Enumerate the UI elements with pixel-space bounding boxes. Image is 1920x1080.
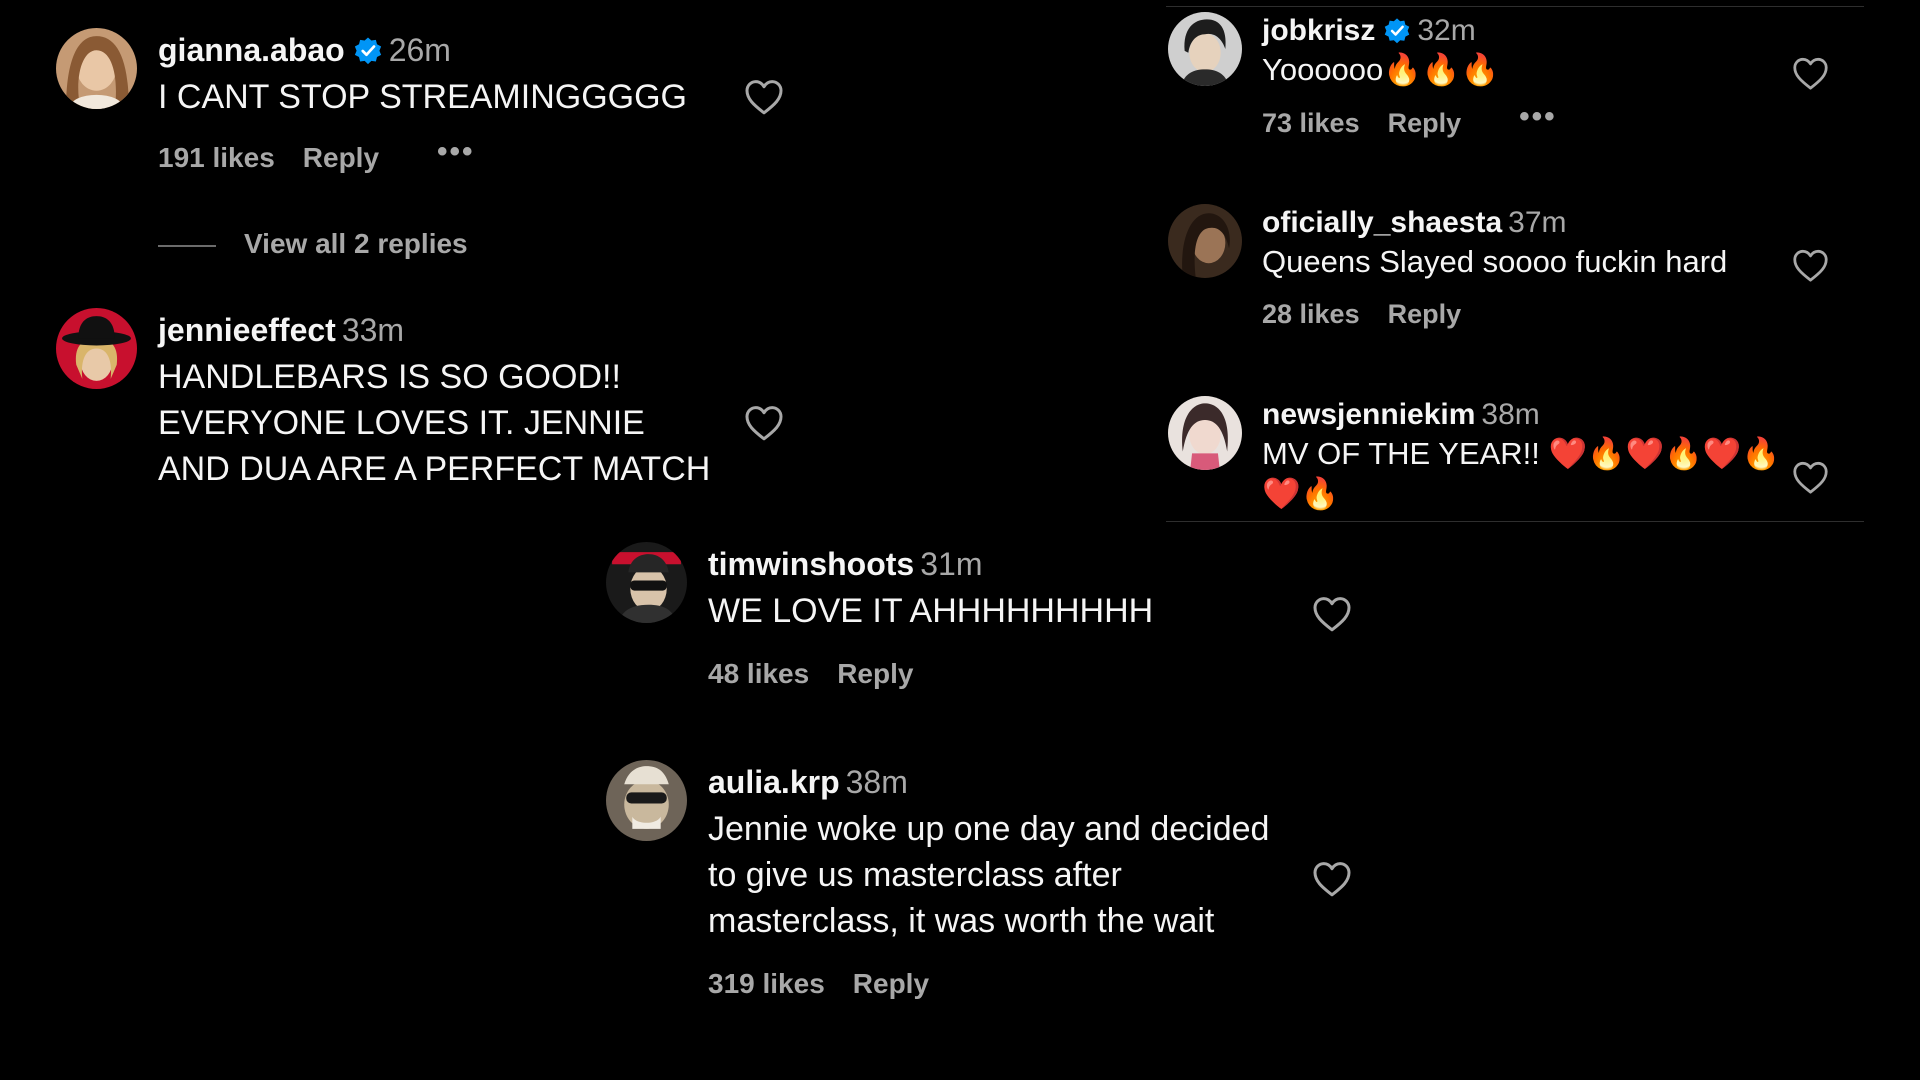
avatar[interactable] bbox=[1168, 12, 1242, 86]
verified-badge-icon bbox=[353, 36, 383, 66]
avatar[interactable] bbox=[1168, 396, 1242, 470]
comment-time: 38m bbox=[1481, 398, 1540, 431]
avatar-image bbox=[1168, 396, 1242, 470]
avatar[interactable] bbox=[606, 542, 687, 623]
comment-time: 31m bbox=[920, 546, 983, 582]
avatar[interactable] bbox=[56, 28, 137, 109]
comment-text: Yoooooo🔥🔥🔥 bbox=[1262, 52, 1500, 87]
comment-newsjenniekim: newsjenniekim 38m MV OF THE YEAR!! ❤️🔥❤️🔥… bbox=[1168, 396, 1868, 516]
comment-time: 32m bbox=[1417, 14, 1476, 47]
comment-oficially-shaesta: oficially_shaesta 37m Queens Slayed soooo… bbox=[1168, 204, 1868, 344]
comment-header: jennieeffect 33m bbox=[158, 308, 718, 352]
comment-text: HANDLEBARS IS SO GOOD!! EVERYONE LOVES I… bbox=[158, 358, 711, 488]
heart-outline-icon[interactable] bbox=[744, 404, 784, 442]
comment-header: jobkrisz 32m bbox=[1262, 12, 1802, 50]
view-replies-label: View all 2 replies bbox=[244, 228, 468, 259]
comment-text: I CANT STOP STREAMINGGGGG bbox=[158, 78, 687, 116]
reply-button[interactable]: Reply bbox=[1388, 108, 1462, 139]
more-options-icon[interactable]: ••• bbox=[1519, 100, 1557, 134]
comment-jennieeffect: jennieeffect 33m HANDLEBARS IS SO GOOD!! … bbox=[56, 308, 796, 498]
username[interactable]: jennieeffect bbox=[158, 312, 336, 348]
comment-time: 33m bbox=[341, 312, 405, 348]
avatar-image bbox=[606, 542, 687, 623]
comment-body: timwinshoots 31m WE LOVE IT AHHHHHHHHH 48… bbox=[708, 542, 1288, 690]
comment-gianna-abao: gianna.abao 26m I CANT STOP STREAMINGGGGG… bbox=[56, 28, 796, 178]
comment-body: oficially_shaesta 37m Queens Slayed soooo… bbox=[1262, 204, 1802, 330]
username[interactable]: gianna.abao bbox=[158, 32, 345, 68]
avatar-image bbox=[1168, 12, 1242, 86]
comment-timwinshoots: timwinshoots 31m WE LOVE IT AHHHHHHHHH 48… bbox=[606, 542, 1366, 702]
likes-count[interactable]: 319 likes bbox=[708, 968, 825, 1000]
likes-count[interactable]: 28 likes bbox=[1262, 299, 1360, 330]
avatar[interactable] bbox=[606, 760, 687, 841]
comment-body: jennieeffect 33m HANDLEBARS IS SO GOOD!! … bbox=[158, 308, 718, 492]
avatar[interactable] bbox=[1168, 204, 1242, 278]
more-options-icon[interactable]: ••• bbox=[437, 135, 475, 169]
comment-aulia-krp: aulia.krp 38m Jennie woke up one day and … bbox=[606, 760, 1366, 1020]
comment-body: gianna.abao 26m I CANT STOP STREAMINGGGGG… bbox=[158, 28, 718, 175]
likes-count[interactable]: 191 likes bbox=[158, 142, 275, 174]
reply-button[interactable]: Reply bbox=[837, 658, 913, 690]
likes-count[interactable]: 73 likes bbox=[1262, 108, 1360, 139]
comment-text: Jennie woke up one day and decided to gi… bbox=[708, 810, 1270, 940]
username[interactable]: timwinshoots bbox=[708, 546, 914, 582]
reply-button[interactable]: Reply bbox=[303, 142, 379, 174]
comment-text: WE LOVE IT AHHHHHHHHH bbox=[708, 592, 1154, 630]
avatar-image bbox=[1168, 204, 1242, 278]
comment-header: oficially_shaesta 37m bbox=[1262, 204, 1802, 242]
comment-actions: 319 likes Reply bbox=[708, 966, 1298, 1000]
comment-time: 38m bbox=[845, 764, 908, 800]
comment-time: 37m bbox=[1508, 206, 1567, 239]
likes-count[interactable]: 48 likes bbox=[708, 658, 809, 690]
verified-badge-icon bbox=[1383, 17, 1411, 45]
comment-text: MV OF THE YEAR!! ❤️🔥❤️🔥❤️🔥❤️🔥 bbox=[1262, 436, 1781, 511]
username[interactable]: newsjenniekim bbox=[1262, 398, 1475, 431]
comment-header: aulia.krp 38m bbox=[708, 760, 1298, 804]
comment-actions: 28 likes Reply bbox=[1262, 298, 1802, 330]
comment-text: Queens Slayed soooo fuckin hard bbox=[1262, 244, 1728, 279]
comment-body: jobkrisz 32m Yoooooo🔥🔥🔥 73 likes Reply ••• bbox=[1262, 12, 1802, 140]
heart-outline-icon[interactable] bbox=[1312, 595, 1352, 633]
bottom-divider bbox=[1166, 521, 1864, 522]
heart-outline-icon[interactable] bbox=[744, 78, 784, 116]
reply-button[interactable]: Reply bbox=[1388, 299, 1462, 330]
heart-outline-icon[interactable] bbox=[1792, 460, 1829, 495]
top-divider bbox=[1166, 6, 1864, 7]
heart-outline-icon[interactable] bbox=[1792, 248, 1829, 283]
avatar[interactable] bbox=[56, 308, 137, 389]
view-replies-button[interactable]: View all 2 replies bbox=[158, 228, 468, 260]
comment-actions: 191 likes Reply ••• bbox=[158, 135, 718, 175]
comment-actions: 73 likes Reply ••• bbox=[1262, 100, 1802, 140]
username[interactable]: aulia.krp bbox=[708, 764, 840, 800]
heart-outline-icon[interactable] bbox=[1792, 56, 1829, 91]
comment-actions: 48 likes Reply bbox=[708, 656, 1288, 690]
reply-button[interactable]: Reply bbox=[853, 968, 929, 1000]
heart-outline-icon[interactable] bbox=[1312, 860, 1352, 898]
comment-header: timwinshoots 31m bbox=[708, 542, 1288, 586]
username[interactable]: jobkrisz bbox=[1262, 14, 1375, 47]
comment-header: newsjenniekim 38m bbox=[1262, 396, 1782, 434]
comment-time: 26m bbox=[388, 32, 451, 68]
username[interactable]: oficially_shaesta bbox=[1262, 206, 1502, 239]
replies-divider-line bbox=[158, 244, 216, 247]
comment-header: gianna.abao 26m bbox=[158, 28, 718, 72]
comment-body: aulia.krp 38m Jennie woke up one day and … bbox=[708, 760, 1298, 1000]
comment-body: newsjenniekim 38m MV OF THE YEAR!! ❤️🔥❤️🔥… bbox=[1262, 396, 1782, 514]
comment-jobkrisz: jobkrisz 32m Yoooooo🔥🔥🔥 73 likes Reply ••• bbox=[1168, 12, 1868, 162]
avatar-image bbox=[56, 28, 137, 109]
avatar-image bbox=[606, 760, 687, 841]
avatar-image bbox=[56, 308, 137, 389]
